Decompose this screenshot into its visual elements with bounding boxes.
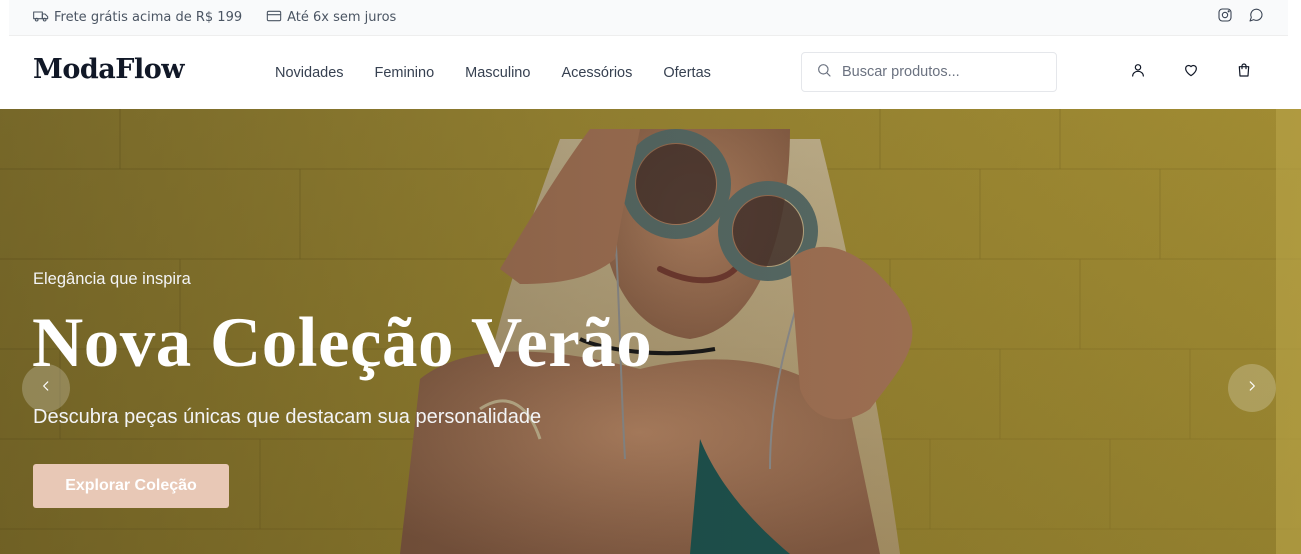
chevron-right-icon bbox=[1245, 379, 1259, 398]
search-box bbox=[801, 52, 1057, 92]
credit-card-icon bbox=[266, 8, 282, 28]
hero-title: Nova Coleção Verão bbox=[32, 304, 653, 382]
hero-eyebrow: Elegância que inspira bbox=[33, 270, 191, 288]
nav-link-novidades[interactable]: Novidades bbox=[275, 65, 344, 81]
top-bar: Frete grátis acima de R$ 199 Até 6x sem … bbox=[9, 0, 1288, 36]
chevron-left-icon bbox=[39, 379, 53, 398]
site-header: ModaFlow Novidades Feminino Masculino Ac… bbox=[0, 36, 1301, 109]
shopping-bag-icon[interactable] bbox=[1236, 62, 1252, 78]
chat-icon[interactable] bbox=[1248, 7, 1264, 28]
heart-icon[interactable] bbox=[1183, 62, 1199, 78]
search-input[interactable] bbox=[842, 64, 1042, 80]
instagram-icon[interactable] bbox=[1217, 7, 1233, 28]
installments-notice: Até 6x sem juros bbox=[266, 8, 396, 28]
logo[interactable]: ModaFlow bbox=[33, 54, 184, 85]
carousel-prev-button[interactable] bbox=[22, 364, 70, 412]
search-icon bbox=[816, 62, 832, 83]
free-shipping-notice: Frete grátis acima de R$ 199 bbox=[33, 8, 242, 28]
explore-collection-button[interactable]: Explorar Coleção bbox=[33, 464, 229, 508]
user-icon[interactable] bbox=[1130, 62, 1146, 78]
hero-banner: Elegância que inspira Nova Coleção Verão… bbox=[0, 109, 1301, 554]
free-shipping-text: Frete grátis acima de R$ 199 bbox=[54, 10, 243, 25]
top-bar-info: Frete grátis acima de R$ 199 Até 6x sem … bbox=[33, 8, 396, 28]
nav-link-acessorios[interactable]: Acessórios bbox=[561, 65, 632, 81]
installments-text: Até 6x sem juros bbox=[287, 10, 397, 25]
hero-subtitle: Descubra peças únicas que destacam sua p… bbox=[33, 406, 542, 428]
social-links bbox=[1217, 7, 1264, 28]
carousel-next-button[interactable] bbox=[1228, 364, 1276, 412]
nav-link-masculino[interactable]: Masculino bbox=[465, 65, 530, 81]
header-actions bbox=[1130, 62, 1252, 78]
nav-link-ofertas[interactable]: Ofertas bbox=[663, 65, 711, 81]
main-nav: Novidades Feminino Masculino Acessórios … bbox=[275, 36, 711, 109]
nav-link-feminino[interactable]: Feminino bbox=[375, 65, 435, 81]
truck-icon bbox=[33, 8, 49, 28]
